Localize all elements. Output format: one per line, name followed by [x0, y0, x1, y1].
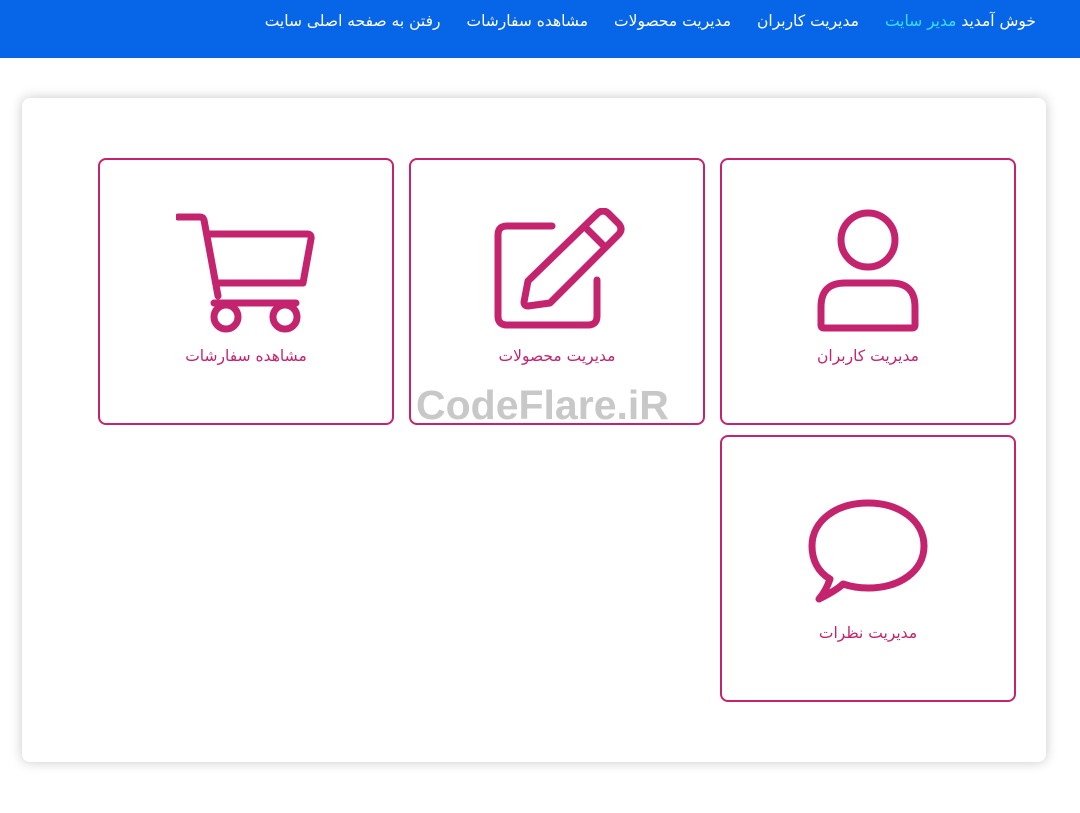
dashboard-panel: مدیریت کاربران مدیریت محصولات مشاهده سفا… — [22, 98, 1046, 762]
card-label-users: مدیریت کاربران — [817, 347, 919, 365]
comment-icon — [793, 485, 943, 611]
card-label-products: مدیریت محصولات — [498, 347, 616, 365]
nav-link-orders[interactable]: مشاهده سفارشات — [466, 12, 588, 30]
card-manage-users[interactable]: مدیریت کاربران — [720, 158, 1016, 425]
card-view-orders[interactable]: مشاهده سفارشات — [98, 158, 394, 425]
welcome-message: خوش آمدید مدیر سایت — [885, 12, 1036, 30]
card-manage-comments[interactable]: مدیریت نظرات — [720, 435, 1016, 702]
card-label-orders: مشاهده سفارشات — [185, 347, 307, 365]
nav-link-users[interactable]: مدیریت کاربران — [757, 12, 859, 30]
card-manage-products[interactable]: مدیریت محصولات — [409, 158, 705, 425]
welcome-prefix: خوش آمدید — [961, 12, 1036, 30]
nav-link-products[interactable]: مدیریت محصولات — [614, 12, 731, 30]
edit-icon — [482, 208, 632, 334]
nav-link-home[interactable]: رفتن به صفحه اصلی سایت — [265, 12, 441, 30]
card-label-comments: مدیریت نظرات — [818, 624, 918, 642]
user-icon — [793, 208, 943, 334]
top-navbar: خوش آمدید مدیر سایت مدیریت کاربران مدیری… — [0, 0, 1080, 58]
cart-icon — [171, 208, 321, 334]
welcome-user-name: مدیر سایت — [884, 12, 957, 30]
nav-menu: خوش آمدید مدیر سایت مدیریت کاربران مدیری… — [265, 12, 1036, 30]
